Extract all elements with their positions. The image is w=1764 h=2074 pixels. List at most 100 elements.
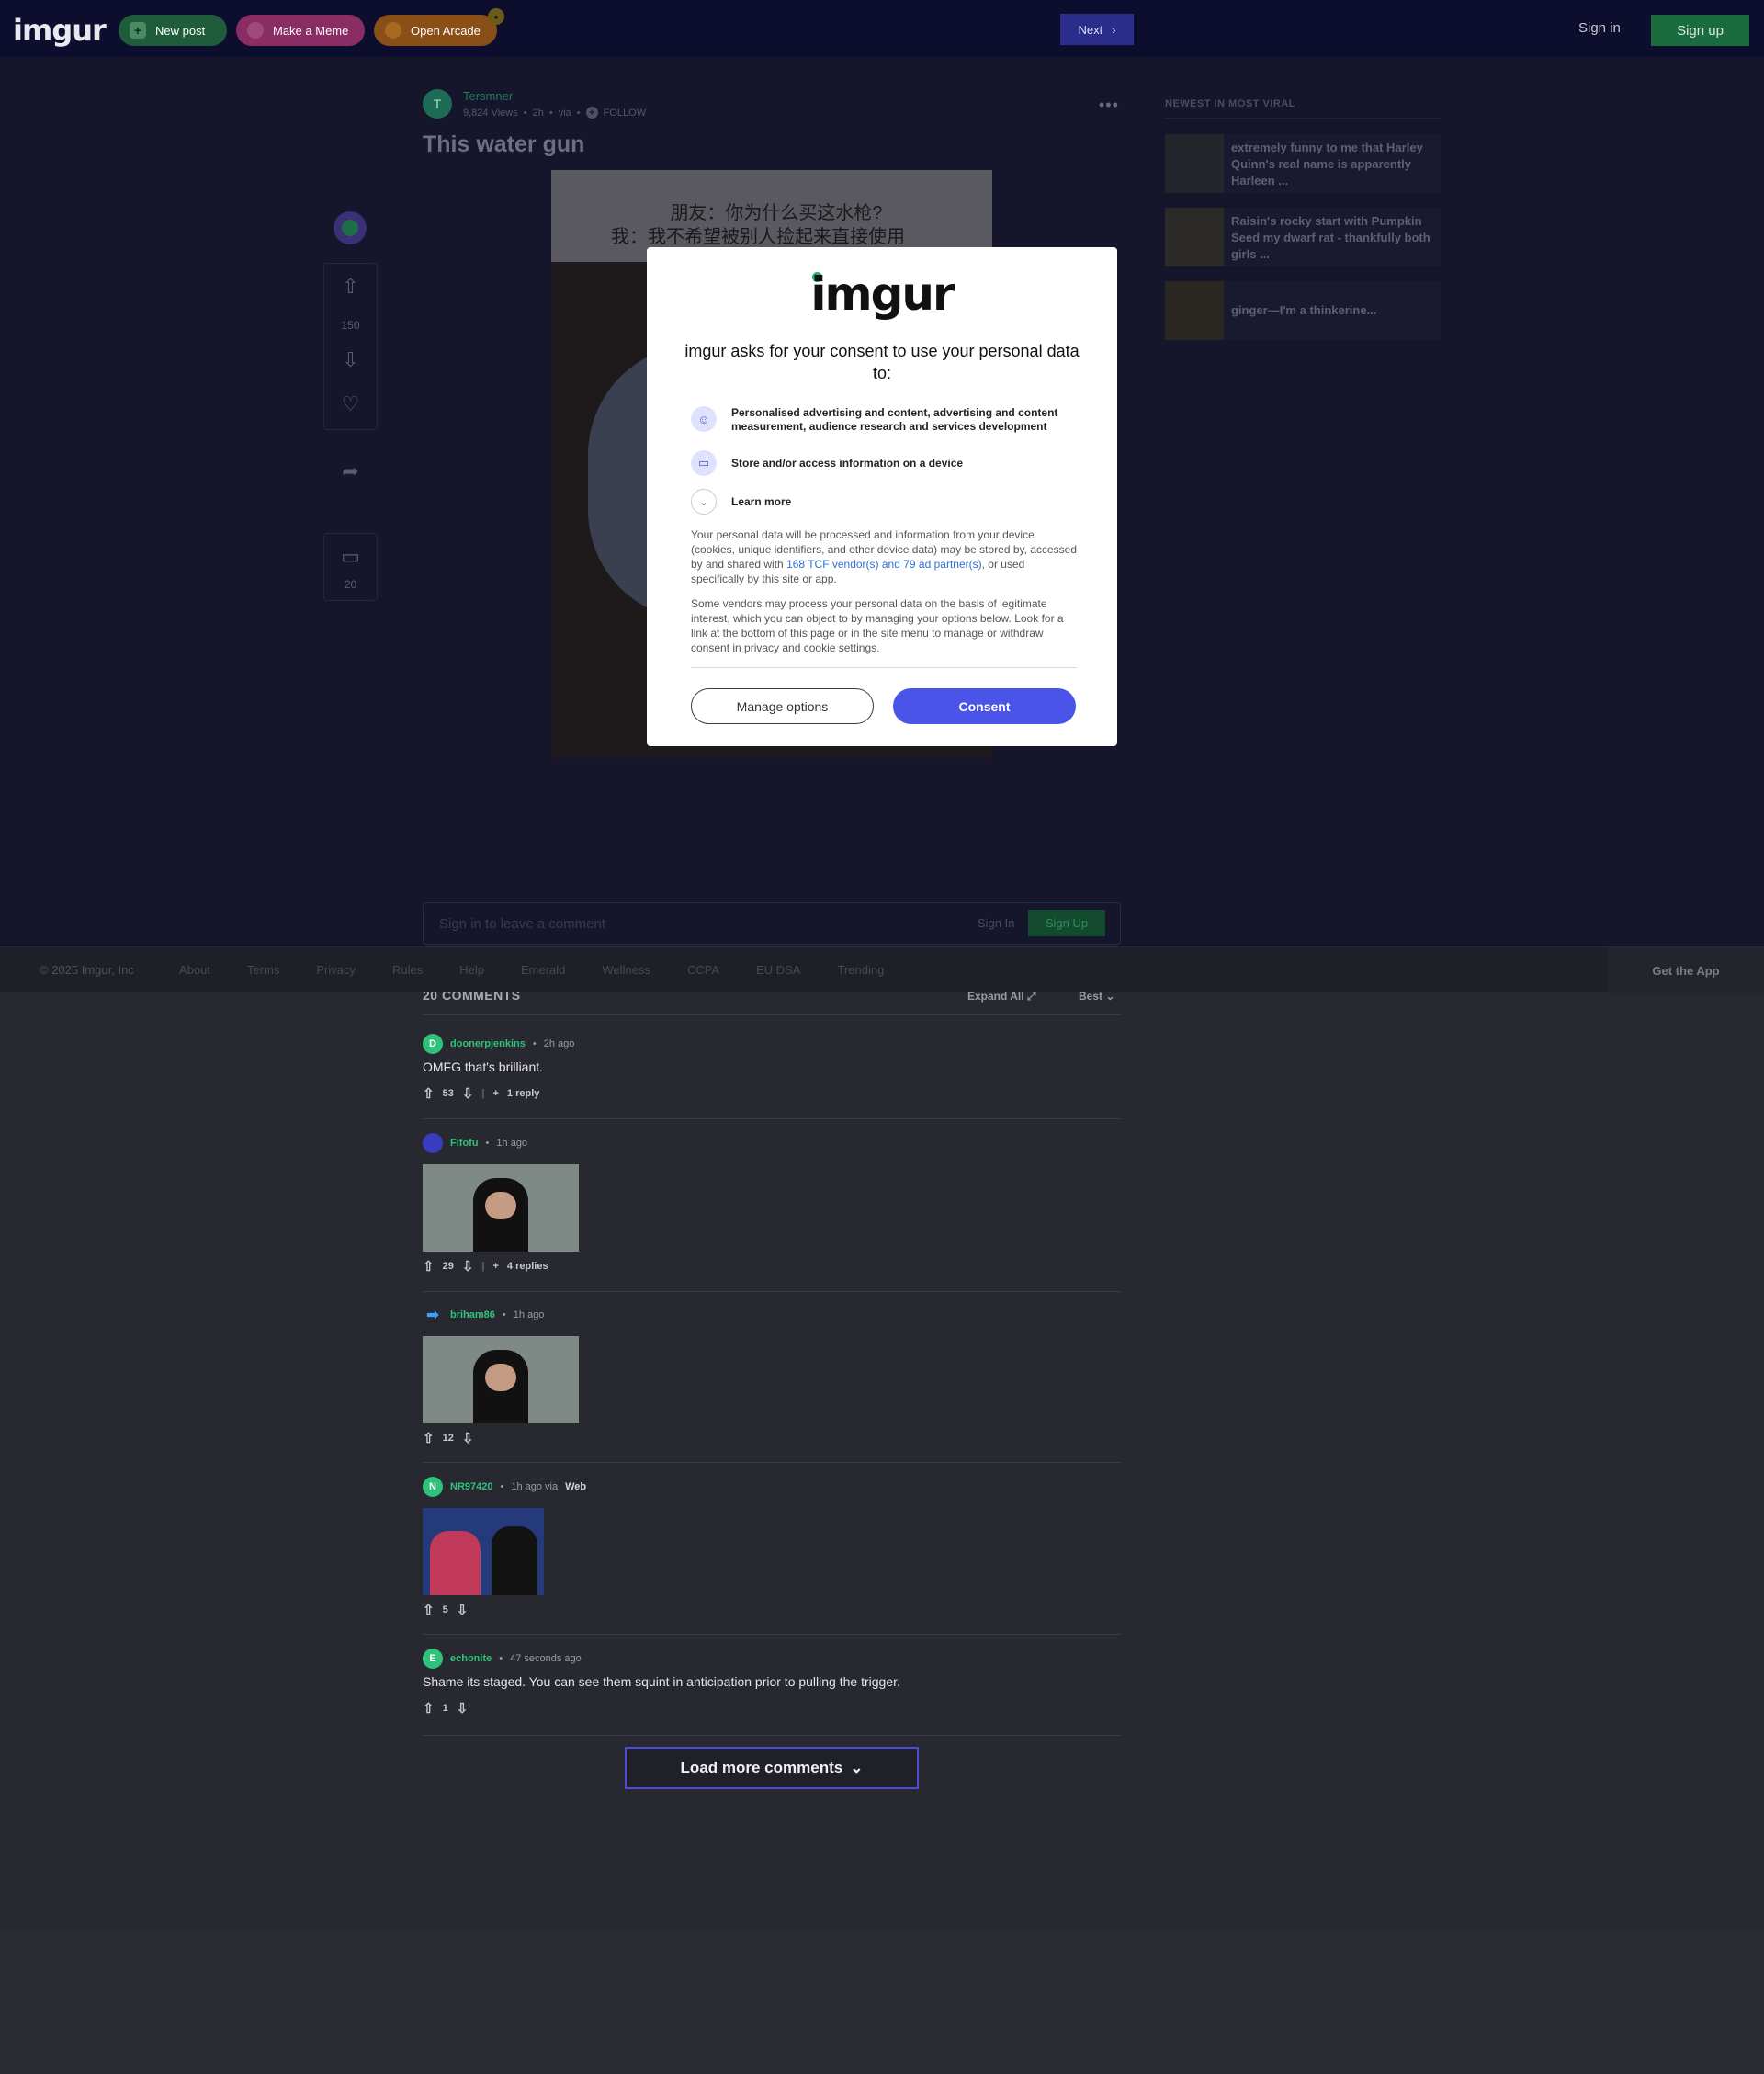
replies-link[interactable]: 4 replies: [507, 1261, 548, 1272]
learn-more-toggle[interactable]: ⌄ Learn more: [691, 489, 1071, 515]
follow-plus-icon[interactable]: +: [585, 107, 598, 119]
open-arcade-button[interactable]: Open Arcade: [374, 15, 497, 46]
footer-link-about[interactable]: About: [179, 963, 210, 977]
upvote-icon[interactable]: ⇧: [324, 275, 377, 299]
downvote-icon[interactable]: ⇩: [462, 1258, 474, 1275]
footer-link-trending[interactable]: Trending: [838, 963, 885, 977]
commenter-avatar[interactable]: [423, 1133, 443, 1153]
share-icon[interactable]: ➦: [323, 459, 378, 483]
learn-more-label[interactable]: Learn more: [731, 489, 1071, 509]
commenter-name[interactable]: doonerpjenkins: [450, 1038, 526, 1049]
footer-link-ccpa[interactable]: CCPA: [687, 963, 719, 977]
viral-item[interactable]: ginger—I'm a thinkerine...: [1165, 281, 1441, 340]
comment-bubble-icon: ▭: [341, 545, 360, 568]
comment-sign-in-link[interactable]: Sign In: [978, 916, 1014, 930]
meme-face-icon: [247, 22, 264, 39]
comment-votes: 12: [442, 1433, 454, 1444]
upvote-icon[interactable]: ⇧: [423, 1258, 435, 1275]
comment-image[interactable]: [423, 1508, 544, 1595]
viral-thumbnail: [1165, 208, 1224, 266]
emerald-icon[interactable]: [334, 211, 367, 244]
comment-votes: 29: [442, 1261, 454, 1272]
downvote-icon[interactable]: ⇩: [462, 1085, 474, 1102]
load-more-comments-button[interactable]: Load more comments ⌄: [625, 1747, 919, 1789]
sign-in-link[interactable]: Sign in: [1578, 20, 1621, 36]
consent-imgur-logo: imgur: [810, 267, 955, 321]
author-avatar[interactable]: T: [423, 89, 452, 119]
get-the-app-button[interactable]: Get the App: [1608, 947, 1764, 993]
replies-link[interactable]: 1 reply: [507, 1088, 539, 1099]
viral-item[interactable]: extremely funny to me that Harley Quinn'…: [1165, 134, 1441, 193]
comment-input-bar[interactable]: Sign in to leave a comment Sign In Sign …: [423, 902, 1121, 945]
arrow-avatar-icon[interactable]: ➡: [423, 1305, 443, 1325]
footer-link-wellness[interactable]: Wellness: [602, 963, 650, 977]
footer-link-privacy[interactable]: Privacy: [316, 963, 356, 977]
media-subtitle-line-1: 朋友：你为什么买这水枪?: [670, 203, 883, 223]
comment-image[interactable]: [423, 1164, 579, 1252]
author-name[interactable]: Tersmner: [463, 89, 646, 103]
plus-icon: +: [130, 22, 146, 39]
commenter-avatar[interactable]: D: [423, 1034, 443, 1054]
manage-options-button[interactable]: Manage options: [691, 688, 874, 724]
comment-votes: 53: [442, 1088, 454, 1099]
comments-jump-button[interactable]: ▭ 20: [323, 533, 378, 601]
viral-item[interactable]: Raisin's rocky start with Pumpkin Seed m…: [1165, 208, 1441, 266]
upvote-icon[interactable]: ⇧: [423, 1085, 435, 1102]
comment-actions: ⇧ 1 ⇩: [423, 1700, 468, 1717]
post-meta: 9,824 Views • 2h • via • + FOLLOW: [463, 107, 647, 119]
comment-count: 20: [344, 578, 357, 591]
sign-up-button[interactable]: Sign up: [1651, 15, 1749, 46]
consent-divider: [691, 667, 1077, 668]
footer-bar: © 2025 Imgur, Inc About Terms Privacy Ru…: [0, 946, 1764, 993]
viral-item-title: extremely funny to me that Harley Quinn'…: [1231, 141, 1423, 187]
consent-button[interactable]: Consent: [893, 688, 1076, 724]
upvote-count: 150: [341, 319, 360, 332]
imgur-logo[interactable]: imgur: [13, 13, 107, 48]
consent-dialog: imgur imgur asks for your consent to use…: [647, 247, 1117, 746]
expand-replies-icon[interactable]: +: [492, 1261, 498, 1272]
comment-sign-up-button[interactable]: Sign Up: [1028, 910, 1105, 936]
commenter-name[interactable]: briham86: [450, 1309, 495, 1320]
next-post-button[interactable]: Next ›: [1060, 14, 1134, 45]
post-age: 2h: [532, 107, 544, 119]
comment-votes: 1: [442, 1703, 448, 1714]
device-icon: ▭: [691, 450, 717, 476]
downvote-icon[interactable]: ⇩: [457, 1700, 469, 1717]
expand-replies-icon[interactable]: +: [492, 1088, 498, 1099]
make-meme-label: Make a Meme: [273, 23, 349, 38]
make-meme-button[interactable]: Make a Meme: [236, 15, 365, 46]
new-post-button[interactable]: + New post: [119, 15, 227, 46]
comment-placeholder[interactable]: Sign in to leave a comment: [439, 916, 605, 932]
comment-text: Shame its staged. You can see them squin…: [423, 1674, 900, 1689]
new-post-label: New post: [155, 23, 206, 38]
footer-link-help[interactable]: Help: [459, 963, 484, 977]
commenter-avatar[interactable]: N: [423, 1477, 443, 1497]
chevron-down-icon[interactable]: ⌄: [691, 489, 717, 515]
commenter-name[interactable]: Fifofu: [450, 1138, 479, 1149]
comment-image[interactable]: [423, 1336, 579, 1423]
comment-via: Web: [565, 1481, 587, 1492]
commenter-name[interactable]: NR97420: [450, 1481, 492, 1492]
downvote-icon[interactable]: ⇩: [462, 1430, 474, 1446]
post-author-row: T Tersmner 9,824 Views • 2h • via • + FO…: [423, 89, 646, 119]
footer-link-terms[interactable]: Terms: [247, 963, 279, 977]
upvote-icon[interactable]: ⇧: [423, 1430, 435, 1446]
comment-item: E echonite • 47 seconds ago Shame its st…: [423, 1649, 1121, 1736]
follow-button[interactable]: FOLLOW: [604, 108, 646, 119]
comment-actions: ⇧ 29 ⇩ | + 4 replies: [423, 1258, 548, 1275]
footer-link-emerald[interactable]: Emerald: [521, 963, 565, 977]
commenter-avatar[interactable]: E: [423, 1649, 443, 1669]
downvote-icon[interactable]: ⇩: [457, 1602, 469, 1618]
person-icon: ☺: [691, 406, 717, 432]
upvote-icon[interactable]: ⇧: [423, 1700, 435, 1717]
commenter-name[interactable]: echonite: [450, 1653, 492, 1664]
upvote-icon[interactable]: ⇧: [423, 1602, 435, 1618]
footer-link-rules[interactable]: Rules: [392, 963, 423, 977]
heart-icon[interactable]: ♡: [324, 392, 377, 416]
more-options-icon[interactable]: •••: [1099, 96, 1119, 115]
vote-panel: ⇧ 150 ⇩ ♡: [323, 263, 378, 430]
vendors-link[interactable]: 168 TCF vendor(s) and 79 ad partner(s): [786, 558, 982, 571]
footer-link-eu-dsa[interactable]: EU DSA: [756, 963, 800, 977]
downvote-icon[interactable]: ⇩: [324, 348, 377, 372]
comment-item: Fifofu • 1h ago ⇧ 29 ⇩ | + 4 replies: [423, 1133, 1121, 1292]
